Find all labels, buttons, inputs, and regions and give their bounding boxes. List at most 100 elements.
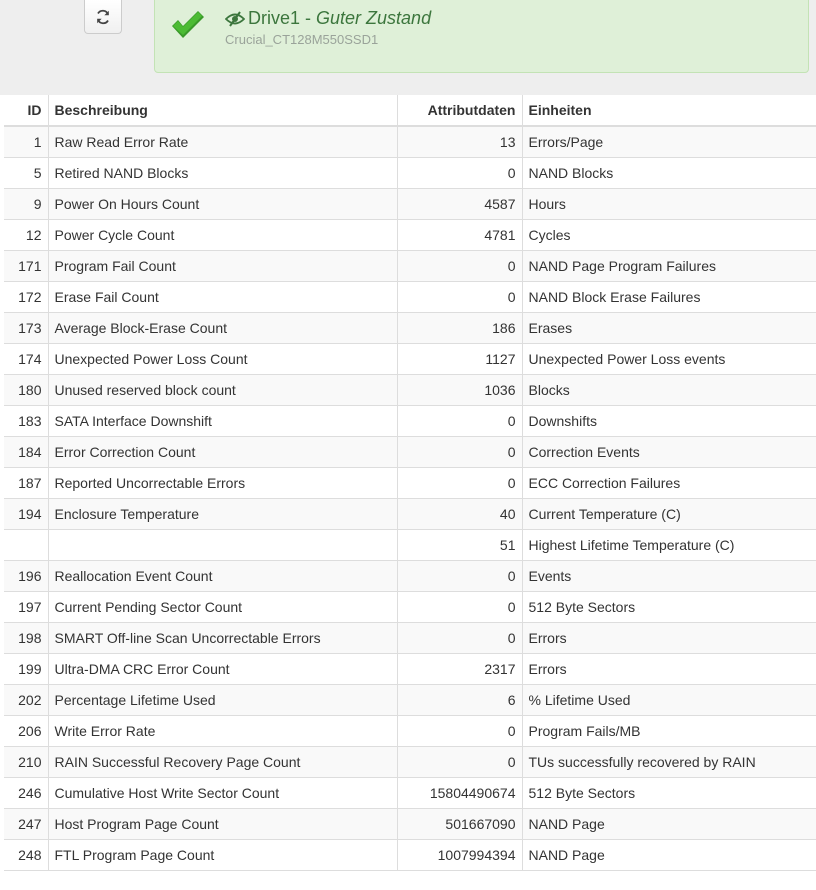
cell-value: 0 <box>397 745 523 777</box>
table-row: 180 Unused reserved block count 1036 Blocks <box>4 373 816 405</box>
cell-unit: Errors <box>522 652 816 684</box>
cell-value: 501667090 <box>397 807 523 839</box>
table-row: 183 SATA Interface Downshift 0 Downshifts <box>4 404 816 436</box>
cell-description: SATA Interface Downshift <box>48 404 398 436</box>
table-row: 184 Error Correction Count 0 Correction Eve… <box>4 435 816 467</box>
cell-description: RAIN Successful Recovery Page Count <box>48 745 398 777</box>
column-header-value[interactable]: Attributdaten <box>397 95 523 127</box>
cell-value: 0 <box>397 280 523 312</box>
cell-unit: Unexpected Power Loss events <box>522 342 816 374</box>
refresh-button[interactable] <box>84 0 122 34</box>
table-row: 5 Retired NAND Blocks 0 NAND Blocks <box>4 156 816 188</box>
cell-value: 4781 <box>397 218 523 250</box>
cell-id: 172 <box>4 280 49 312</box>
drive-status-panel: Drive1 - Guter Zustand Crucial_CT128M550… <box>154 0 809 73</box>
cell-value: 4587 <box>397 187 523 219</box>
cell-unit: NAND Block Erase Failures <box>522 280 816 312</box>
table-row: 187 Reported Uncorrectable Errors 0 ECC Cor… <box>4 466 816 498</box>
cell-description: SMART Off-line Scan Uncorrectable Errors <box>48 621 398 653</box>
cell-unit: Errors <box>522 621 816 653</box>
table-row: 173 Average Block-Erase Count 186 Erases <box>4 311 816 343</box>
cell-id: 5 <box>4 156 49 188</box>
cell-description: Write Error Rate <box>48 714 398 746</box>
table-row: 171 Program Fail Count 0 NAND Page Program … <box>4 249 816 281</box>
cell-description: Unexpected Power Loss Count <box>48 342 398 374</box>
cell-unit: Correction Events <box>522 435 816 467</box>
table-row: 210 RAIN Successful Recovery Page Count 0 T… <box>4 745 816 777</box>
table-row: 206 Write Error Rate 0 Program Fails/MB <box>4 714 816 746</box>
cell-description: Error Correction Count <box>48 435 398 467</box>
cell-id: 12 <box>4 218 49 250</box>
column-header-unit[interactable]: Einheiten <box>522 95 816 127</box>
cell-unit: NAND Blocks <box>522 156 816 188</box>
cell-unit: Cycles <box>522 218 816 250</box>
table-row: 197 Current Pending Sector Count 0 512 Byte… <box>4 590 816 622</box>
cell-value: 0 <box>397 156 523 188</box>
cell-id: 194 <box>4 497 49 529</box>
cell-unit: Hours <box>522 187 816 219</box>
cell-description: Percentage Lifetime Used <box>48 683 398 715</box>
cell-description: Enclosure Temperature <box>48 497 398 529</box>
drive-header-area: Drive1 - Guter Zustand Crucial_CT128M550… <box>0 0 816 95</box>
cell-id: 184 <box>4 435 49 467</box>
column-header-description[interactable]: Beschreibung <box>48 95 398 127</box>
cell-description: Reported Uncorrectable Errors <box>48 466 398 498</box>
table-row: 51 Highest Lifetime Temperature (C) <box>4 528 816 560</box>
eye-slash-icon[interactable] <box>225 10 245 28</box>
cell-id: 202 <box>4 683 49 715</box>
cell-unit: 512 Byte Sectors <box>522 590 816 622</box>
smart-attributes-table: ID Beschreibung Attributdaten Einheiten … <box>4 95 816 871</box>
cell-description: FTL Program Page Count <box>48 838 398 871</box>
cell-value: 0 <box>397 590 523 622</box>
cell-unit: % Lifetime Used <box>522 683 816 715</box>
cell-value: 51 <box>397 528 523 560</box>
cell-id: 248 <box>4 838 49 871</box>
cell-id: 210 <box>4 745 49 777</box>
cell-id: 246 <box>4 776 49 808</box>
cell-unit: Erases <box>522 311 816 343</box>
cell-unit: TUs successfully recovered by RAIN <box>522 745 816 777</box>
cell-id: 180 <box>4 373 49 405</box>
table-row: 247 Host Program Page Count 501667090 NAND … <box>4 807 816 839</box>
table-row: 9 Power On Hours Count 4587 Hours <box>4 187 816 219</box>
cell-value: 0 <box>397 249 523 281</box>
cell-description: Retired NAND Blocks <box>48 156 398 188</box>
cell-value: 40 <box>397 497 523 529</box>
cell-description: Host Program Page Count <box>48 807 398 839</box>
cell-description <box>48 528 398 560</box>
cell-unit: Events <box>522 559 816 591</box>
cell-description: Cumulative Host Write Sector Count <box>48 776 398 808</box>
column-header-id[interactable]: ID <box>4 95 49 127</box>
cell-description: Power On Hours Count <box>48 187 398 219</box>
cell-id: 198 <box>4 621 49 653</box>
table-row: 1 Raw Read Error Rate 13 Errors/Page <box>4 125 816 157</box>
cell-description: Reallocation Event Count <box>48 559 398 591</box>
cell-id: 206 <box>4 714 49 746</box>
cell-id: 173 <box>4 311 49 343</box>
table-row: 172 Erase Fail Count 0 NAND Block Erase Fai… <box>4 280 816 312</box>
cell-value: 15804490674 <box>397 776 523 808</box>
table-header-row: ID Beschreibung Attributdaten Einheiten <box>4 95 816 127</box>
check-icon <box>172 11 204 38</box>
cell-unit: NAND Page Program Failures <box>522 249 816 281</box>
cell-unit: NAND Page <box>522 838 816 871</box>
drive-model: Crucial_CT128M550SSD1 <box>225 32 379 47</box>
table-row: 202 Percentage Lifetime Used 6% Lifetime U… <box>4 683 816 715</box>
cell-value: 0 <box>397 466 523 498</box>
table-row: 198 SMART Off-line Scan Uncorrectable Err… <box>4 621 816 653</box>
cell-description: Raw Read Error Rate <box>48 125 398 157</box>
table-body: 1 Raw Read Error Rate 13 Errors/Page 5 Retire… <box>4 125 816 871</box>
cell-value: 0 <box>397 404 523 436</box>
cell-id <box>4 528 49 560</box>
table-row: 246 Cumulative Host Write Sector Count 158… <box>4 776 816 808</box>
cell-description: Ultra-DMA CRC Error Count <box>48 652 398 684</box>
drive-state: Guter Zustand <box>316 8 432 28</box>
table-row: 196 Reallocation Event Count 0 Events <box>4 559 816 591</box>
cell-unit: Program Fails/MB <box>522 714 816 746</box>
cell-unit: Blocks <box>522 373 816 405</box>
cell-value: 0 <box>397 559 523 591</box>
cell-id: 247 <box>4 807 49 839</box>
cell-value: 0 <box>397 714 523 746</box>
cell-id: 199 <box>4 652 49 684</box>
cell-unit: Highest Lifetime Temperature (C) <box>522 528 816 560</box>
